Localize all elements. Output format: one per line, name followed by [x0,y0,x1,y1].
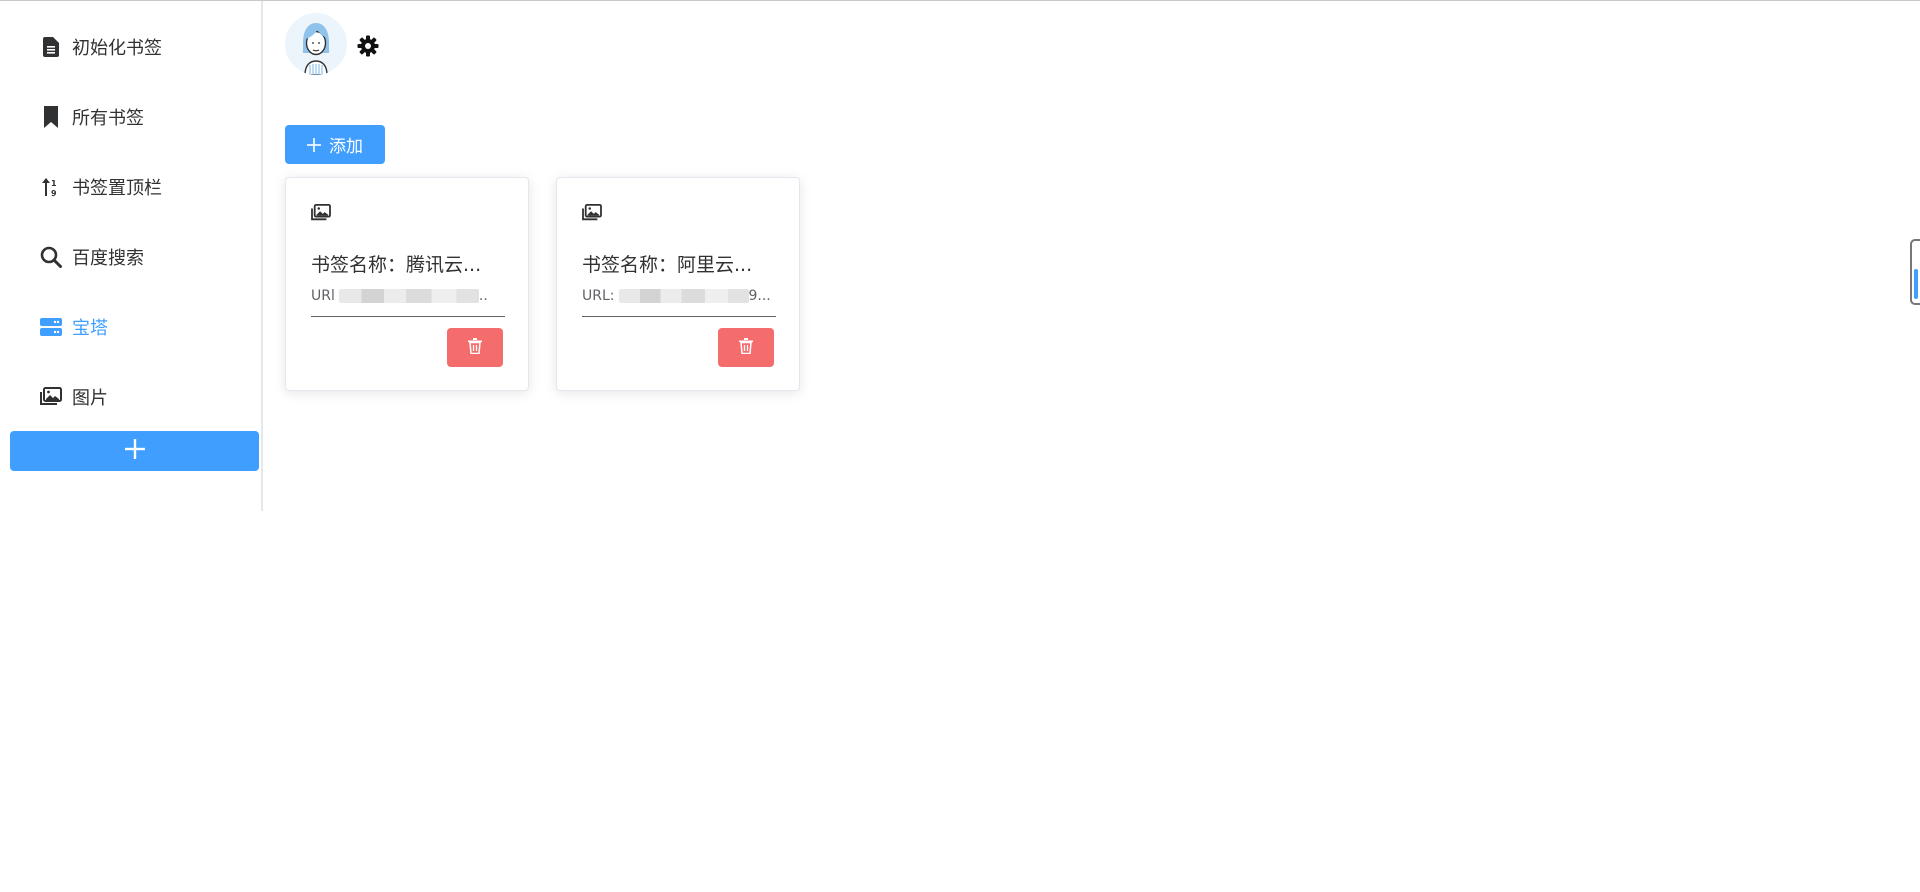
url-label: URl [311,288,335,304]
file-text-icon [40,35,62,59]
bookmark-card[interactable]: 书签名称：腾讯云... URl.. [285,177,529,391]
url-label: URL: [582,288,615,304]
url-ellipsis: 9... [748,288,771,304]
delete-button[interactable] [718,328,774,367]
sidebar-item-baidu-search[interactable]: 百度搜索 [40,237,144,277]
add-bookmark-button[interactable]: 添加 [285,125,385,164]
sidebar-item-pinned-bar[interactable]: 19 书签置顶栏 [40,167,162,207]
svg-text:9: 9 [51,189,57,197]
bookmark-url: URl.. [311,288,505,317]
trash-icon [739,337,753,358]
scrollbar-thumb[interactable] [1914,269,1918,299]
bookmark-name: 书签名称：腾讯云... [311,254,482,276]
images-icon [40,385,62,409]
sidebar-item-images[interactable]: 图片 [40,377,108,417]
sidebar-item-label: 百度搜索 [72,248,144,269]
plus-icon [124,439,145,463]
plus-icon [307,137,321,152]
add-button-label: 添加 [329,137,363,157]
user-avatar[interactable] [285,13,347,75]
sidebar-item-init-bookmarks[interactable]: 初始化书签 [40,27,162,67]
redacted-url [618,289,749,303]
url-ellipsis: .. [478,288,488,304]
server-icon [40,315,62,339]
redacted-url [338,289,479,303]
page-scrollbar[interactable] [1910,239,1920,305]
sidebar-item-label: 书签置顶栏 [72,178,162,199]
svg-text:1: 1 [51,179,57,188]
sidebar-item-label: 图片 [72,388,108,409]
search-icon [40,245,62,269]
add-category-button[interactable] [10,431,259,471]
bookmark-icon [40,105,62,129]
trash-icon [468,337,482,358]
gear-icon[interactable] [357,35,379,57]
bookmark-card[interactable]: 书签名称：阿里云... URL: 9... [556,177,800,391]
images-icon [582,204,602,222]
sidebar-item-label: 所有书签 [72,108,144,129]
sidebar-item-baota[interactable]: 宝塔 [40,307,108,347]
sidebar-item-label: 初始化书签 [72,38,162,59]
bookmark-url: URL: 9... [582,288,776,317]
delete-button[interactable] [447,328,503,367]
sidebar-item-all-bookmarks[interactable]: 所有书签 [40,97,144,137]
sidebar: 初始化书签 所有书签 19 书签置顶栏 百度搜索 宝塔 图片 [0,1,263,511]
bookmark-name: 书签名称：阿里云... [582,254,753,276]
sort-arrows-icon: 19 [40,175,62,199]
sidebar-item-label: 宝塔 [72,318,108,339]
images-icon [311,204,331,222]
main-content: 添加 书签名称：腾讯云... URl.. 书签名称：阿里云... URL: 9..… [285,1,1920,892]
